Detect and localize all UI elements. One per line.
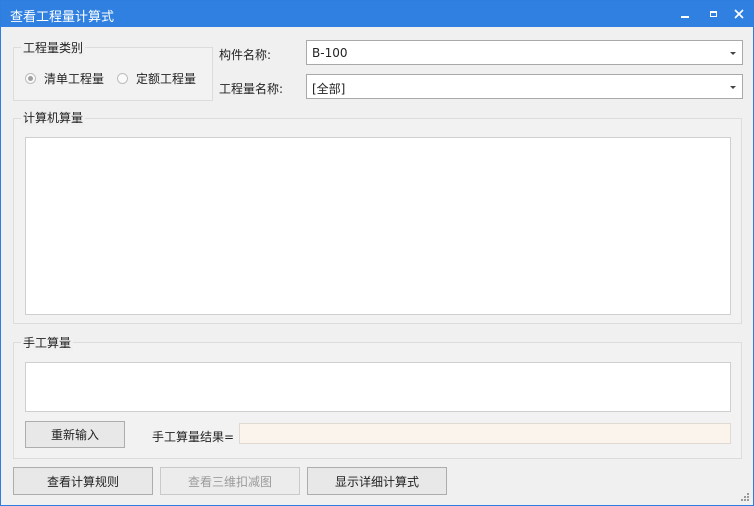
close-button[interactable]: [725, 1, 753, 27]
radio-quota-quantity[interactable]: 定额工程量: [117, 70, 196, 87]
radio-dot: [117, 73, 128, 84]
chevron-down-icon: [730, 52, 736, 55]
view-calc-rules-button[interactable]: 查看计算规则: [13, 467, 153, 495]
component-name-label: 构件名称:: [219, 48, 272, 62]
quantity-type-title: 工程量类别: [21, 39, 86, 56]
minimize-icon: [681, 16, 689, 18]
view-3d-deduction-button: 查看三维扣减图: [160, 467, 300, 495]
maximize-button[interactable]: [699, 1, 727, 27]
radio-label: 定额工程量: [136, 72, 197, 86]
resize-grip-icon[interactable]: [740, 492, 750, 502]
title-bar: 查看工程量计算式: [1, 1, 753, 27]
reinput-button[interactable]: 重新输入: [25, 421, 125, 448]
manual-result-label: 手工算量结果=: [152, 430, 235, 444]
window-title: 查看工程量计算式: [10, 10, 115, 25]
quantity-name-label: 工程量名称:: [219, 82, 284, 96]
computer-calc-title: 计算机算量: [21, 109, 86, 126]
quantity-name-select[interactable]: [全部]: [306, 74, 743, 99]
component-name-value: B-100: [312, 46, 348, 60]
radio-dot-checked: [25, 73, 36, 84]
radio-bill-quantity[interactable]: 清单工程量: [25, 70, 104, 87]
show-detail-formula-button[interactable]: 显示详细计算式: [307, 467, 447, 495]
chevron-down-icon: [730, 86, 736, 89]
dialog-window: 查看工程量计算式 工程量类别 清单工程量 定额工程量 构件名称: B-100 工…: [0, 0, 754, 506]
manual-calc-textarea[interactable]: [25, 362, 731, 412]
maximize-icon: [709, 11, 717, 17]
quantity-name-value: [全部]: [312, 82, 346, 96]
manual-result-field[interactable]: [239, 423, 731, 444]
minimize-button[interactable]: [671, 1, 699, 27]
close-icon: [734, 9, 744, 19]
computer-calc-textarea[interactable]: [25, 137, 731, 315]
manual-calc-title: 手工算量: [21, 334, 74, 351]
component-name-select[interactable]: B-100: [306, 40, 743, 65]
radio-label: 清单工程量: [44, 72, 105, 86]
